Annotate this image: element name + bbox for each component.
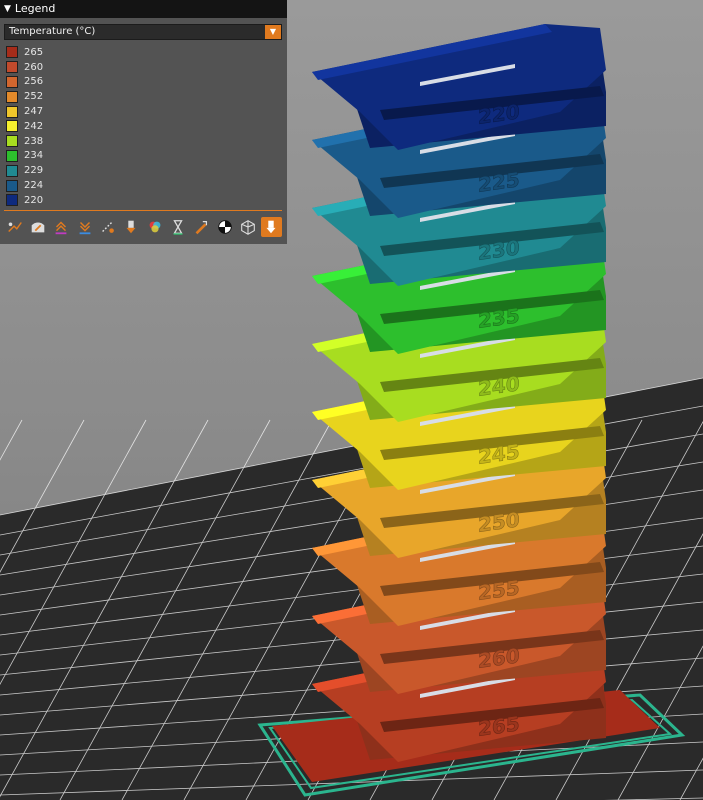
seams-toggle-button[interactable] bbox=[97, 217, 118, 237]
tool-changes-icon bbox=[126, 220, 136, 234]
tool-marker-icon bbox=[266, 220, 276, 234]
legend-item-label: 252 bbox=[24, 91, 44, 103]
legend-item: 252 bbox=[6, 89, 43, 104]
legend-item: 247 bbox=[6, 104, 43, 119]
shells-toggle-button[interactable] bbox=[238, 217, 259, 237]
legend-item: 265 bbox=[6, 45, 43, 60]
legend-swatch bbox=[6, 135, 18, 148]
legend-item-label: 265 bbox=[24, 46, 44, 58]
legend-title: Legend bbox=[14, 2, 56, 15]
custom-gcode-toggle-button[interactable] bbox=[191, 217, 212, 237]
legend-item: 234 bbox=[6, 149, 43, 164]
legend-item-label: 238 bbox=[24, 135, 44, 147]
legend-header[interactable]: ▼ Legend bbox=[0, 0, 287, 18]
legend-separator bbox=[4, 210, 282, 211]
retractions-icon bbox=[55, 221, 67, 235]
pause-icon bbox=[173, 220, 183, 235]
legend-swatch bbox=[6, 120, 18, 133]
legend-swatch bbox=[6, 61, 18, 74]
legend-swatch bbox=[6, 90, 18, 103]
legend-item: 220 bbox=[6, 193, 43, 208]
legend-panel: ▼ Legend Temperature (°C) ▼ 265 260 256 252… bbox=[0, 0, 287, 244]
deretractions-toggle-button[interactable] bbox=[74, 217, 95, 237]
travel-icon bbox=[7, 222, 22, 233]
center-of-gravity-toggle-button[interactable] bbox=[214, 217, 235, 237]
dropdown-arrow-icon[interactable]: ▼ bbox=[265, 25, 281, 39]
legend-item-label: 247 bbox=[24, 106, 44, 118]
legend-swatch bbox=[6, 105, 18, 118]
tool-changes-toggle-button[interactable] bbox=[121, 217, 142, 237]
legend-item-label: 224 bbox=[24, 180, 44, 192]
legend-item-label: 256 bbox=[24, 76, 44, 88]
legend-swatch bbox=[6, 164, 18, 177]
seams-icon bbox=[102, 221, 114, 233]
legend-item: 242 bbox=[6, 119, 43, 134]
deretractions-icon bbox=[79, 221, 90, 235]
retractions-toggle-button[interactable] bbox=[51, 217, 72, 237]
color-changes-icon bbox=[149, 221, 161, 233]
legend-item: 238 bbox=[6, 134, 43, 149]
legend-swatch bbox=[6, 194, 18, 207]
custom-gcode-icon bbox=[195, 220, 208, 235]
legend-swatch bbox=[6, 75, 18, 88]
legend-item: 224 bbox=[6, 178, 43, 193]
legend-options-toolbar bbox=[4, 215, 282, 239]
wipe-toggle-button[interactable] bbox=[27, 217, 48, 237]
legend-item-label: 220 bbox=[24, 194, 44, 206]
center-of-gravity-icon bbox=[217, 220, 232, 234]
legend-item-label: 229 bbox=[24, 165, 44, 177]
legend-item: 260 bbox=[6, 60, 43, 75]
view-type-dropdown[interactable]: Temperature (°C) ▼ bbox=[4, 24, 282, 40]
legend-swatch bbox=[6, 149, 18, 162]
legend-item-label: 234 bbox=[24, 150, 44, 162]
legend-list: 265 260 256 252 247 242 238 234 229 224 220 bbox=[6, 45, 43, 208]
legend-item-label: 260 bbox=[24, 61, 44, 73]
pause-toggle-button[interactable] bbox=[168, 217, 189, 237]
wipe-icon bbox=[31, 222, 45, 233]
legend-item: 256 bbox=[6, 75, 43, 90]
legend-item: 229 bbox=[6, 163, 43, 178]
legend-swatch bbox=[6, 179, 18, 192]
tool-marker-toggle-button[interactable] bbox=[260, 217, 282, 237]
shells-icon bbox=[241, 220, 255, 235]
travel-toggle-button[interactable] bbox=[4, 217, 25, 237]
color-changes-toggle-button[interactable] bbox=[144, 217, 165, 237]
collapse-triangle-icon[interactable]: ▼ bbox=[4, 0, 11, 18]
view-type-value: Temperature (°C) bbox=[9, 26, 96, 37]
legend-swatch bbox=[6, 46, 18, 59]
legend-item-label: 242 bbox=[24, 120, 44, 132]
